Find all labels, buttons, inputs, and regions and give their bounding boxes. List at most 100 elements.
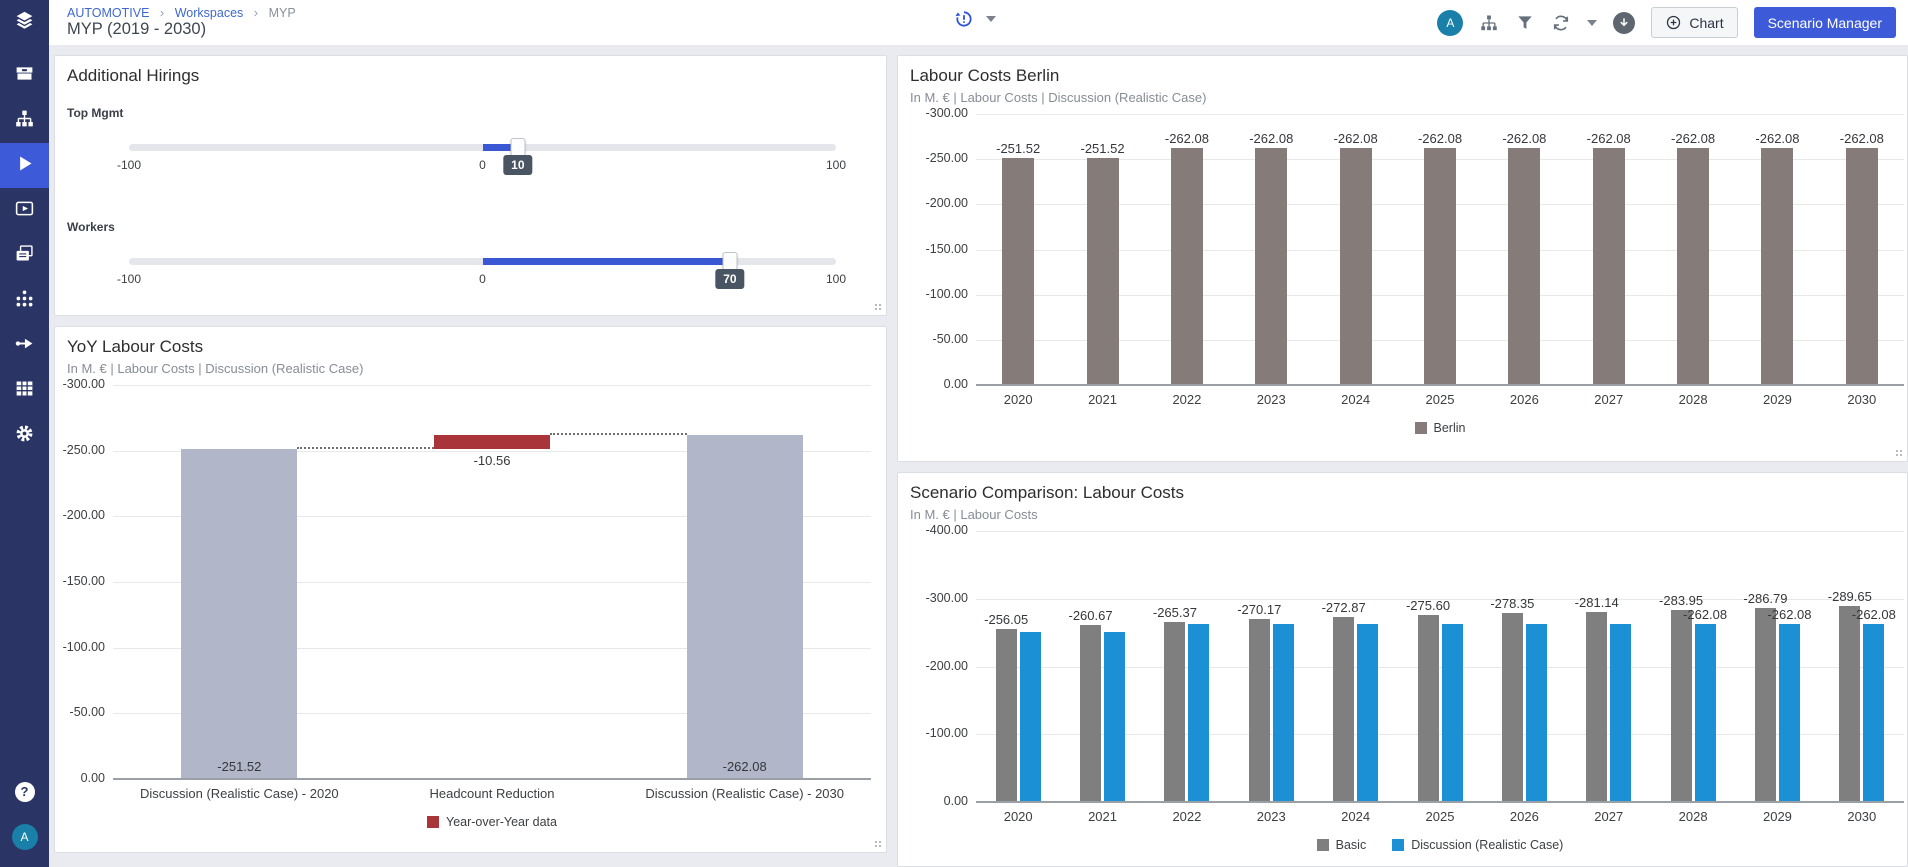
bar-value-label: -262.08 — [1569, 131, 1649, 146]
bar[interactable] — [1273, 624, 1294, 802]
sidebar-item-tables[interactable] — [0, 368, 49, 413]
sidebar-item-drivers[interactable] — [0, 278, 49, 323]
slider-track[interactable] — [129, 258, 836, 265]
bar[interactable] — [434, 435, 550, 449]
bar[interactable] — [1249, 619, 1270, 802]
legend-item[interactable]: Basic — [1317, 838, 1367, 852]
plus-circle-icon — [1665, 14, 1682, 31]
sidebar-item-settings[interactable] — [0, 413, 49, 458]
bar[interactable] — [1526, 624, 1547, 802]
bar[interactable] — [1610, 624, 1631, 802]
bar[interactable] — [1087, 158, 1119, 385]
refresh-dropdown-caret[interactable] — [1587, 20, 1597, 26]
bar[interactable] — [1593, 148, 1625, 385]
chart-subtitle: In M. € | Labour Costs | Discussion (Rea… — [55, 357, 886, 376]
x-axis-label: 2030 — [1820, 392, 1904, 407]
bar[interactable] — [1164, 622, 1185, 802]
legend-item[interactable]: Year-over-Year data — [427, 815, 557, 829]
bar[interactable] — [1839, 606, 1860, 802]
hierarchy-icon[interactable] — [1479, 13, 1499, 33]
download-icon[interactable] — [1613, 12, 1635, 34]
bar[interactable] — [1677, 148, 1709, 385]
resize-grip[interactable] — [874, 840, 881, 847]
sidebar-item-flows[interactable] — [0, 323, 49, 368]
bar[interactable] — [1671, 610, 1692, 802]
sidebar-avatar-button[interactable]: A — [0, 814, 49, 859]
bar[interactable] — [1188, 624, 1209, 802]
bar-value-label: -278.35 — [1472, 596, 1552, 611]
x-axis: 2020202120222023202420252026202720282029… — [976, 809, 1904, 829]
bar[interactable] — [1357, 624, 1378, 802]
bar[interactable] — [1586, 612, 1607, 802]
x-axis-label: 2023 — [1229, 392, 1313, 407]
bar[interactable] — [1863, 624, 1884, 802]
bar[interactable] — [1020, 632, 1041, 802]
x-axis-label: Headcount Reduction — [366, 786, 619, 801]
bar[interactable] — [1761, 148, 1793, 385]
legend-item[interactable]: Discussion (Realistic Case) — [1392, 838, 1563, 852]
chart-title: Labour Costs Berlin — [898, 56, 1907, 86]
bar[interactable] — [1424, 148, 1456, 385]
x-axis-label: 2027 — [1567, 809, 1651, 824]
bar-value-label: -251.52 — [184, 759, 294, 774]
legend-item[interactable]: Berlin — [1415, 421, 1466, 435]
x-axis-label: 2022 — [1145, 392, 1229, 407]
sidebar-item-models[interactable] — [0, 98, 49, 143]
refresh-icon[interactable] — [1551, 13, 1571, 33]
legend-label: Basic — [1336, 838, 1367, 852]
bar[interactable] — [1846, 148, 1878, 385]
bar-value-label: -262.08 — [1737, 131, 1817, 146]
filter-icon[interactable] — [1515, 13, 1535, 33]
slider-track[interactable] — [129, 144, 836, 151]
bar[interactable] — [181, 449, 297, 779]
sidebar-item-archive[interactable] — [0, 53, 49, 98]
bar[interactable] — [1695, 624, 1716, 802]
resize-grip[interactable] — [1895, 449, 1902, 456]
x-axis-label: 2025 — [1398, 809, 1482, 824]
x-axis: Discussion (Realistic Case) - 2020Headco… — [113, 786, 871, 806]
bar-value-label: -262.08 — [1822, 131, 1902, 146]
bar[interactable] — [1442, 624, 1463, 802]
bar[interactable] — [1104, 632, 1125, 802]
sidebar-item-slides[interactable] — [0, 233, 49, 278]
x-axis-label: 2021 — [1060, 809, 1144, 824]
breadcrumb-link-workspaces[interactable]: Workspaces — [175, 6, 244, 20]
bar[interactable] — [1171, 148, 1203, 385]
bar-value-label: -283.95 — [1641, 593, 1721, 608]
app-logo[interactable] — [0, 0, 49, 45]
slider-scale: -100 0 100 70 — [129, 269, 836, 299]
breadcrumb-link-automotive[interactable]: AUTOMOTIVE — [67, 6, 149, 20]
sidebar-item-simulation[interactable] — [0, 143, 49, 188]
help-button[interactable]: ? — [0, 769, 49, 814]
bar-value-label: -251.52 — [1063, 141, 1143, 156]
bar[interactable] — [1779, 624, 1800, 802]
resize-grip[interactable] — [874, 303, 881, 310]
bar[interactable] — [1418, 615, 1439, 802]
bar[interactable] — [1255, 148, 1287, 385]
legend-swatch — [427, 816, 439, 828]
sidebar-item-presentation[interactable] — [0, 188, 49, 233]
add-chart-button[interactable]: Chart — [1651, 7, 1737, 38]
bar[interactable] — [1502, 613, 1523, 802]
bar[interactable] — [1002, 158, 1034, 385]
scenario-manager-button[interactable]: Scenario Manager — [1754, 7, 1896, 38]
header-avatar[interactable]: A — [1437, 10, 1463, 36]
sidebar: ? A — [0, 0, 49, 867]
y-tick-label: -200.00 — [926, 196, 968, 210]
bar[interactable] — [687, 435, 803, 779]
x-axis-label: 2020 — [976, 392, 1060, 407]
panel-title: Additional Hirings — [55, 56, 886, 86]
bar[interactable] — [996, 629, 1017, 802]
history-dropdown-caret[interactable] — [986, 16, 996, 22]
play-icon — [14, 153, 35, 179]
y-tick-label: -250.00 — [926, 151, 968, 165]
bar[interactable] — [1755, 608, 1776, 802]
bar[interactable] — [1508, 148, 1540, 385]
history-alert-icon[interactable] — [954, 9, 974, 29]
x-axis-label: 2029 — [1735, 809, 1819, 824]
flow-arrow-icon — [14, 333, 35, 359]
bar[interactable] — [1080, 625, 1101, 802]
x-axis-label: 2021 — [1060, 392, 1144, 407]
bar[interactable] — [1333, 617, 1354, 802]
bar[interactable] — [1340, 148, 1372, 385]
